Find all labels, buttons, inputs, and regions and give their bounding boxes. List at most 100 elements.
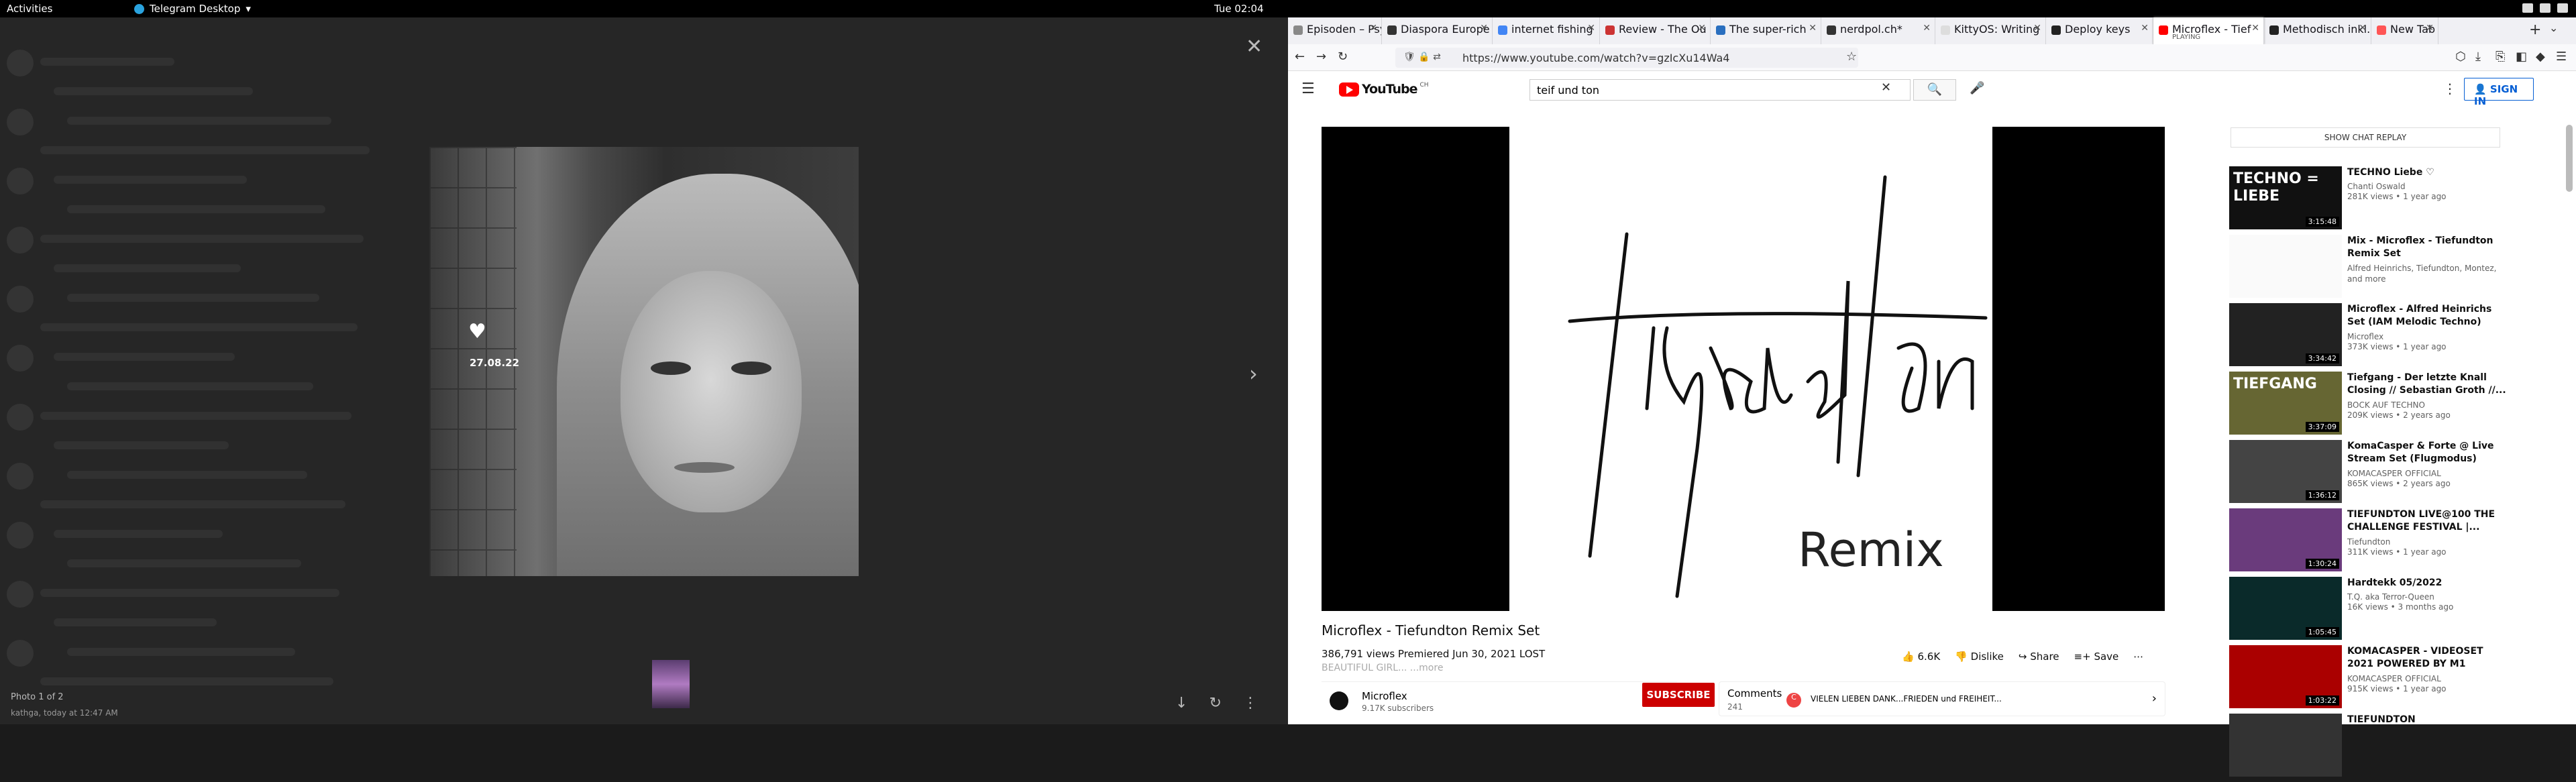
settings-dots-icon[interactable]: ⋮	[2443, 80, 2457, 97]
video-title[interactable]: TIEFUNDTON	[2347, 714, 2508, 726]
recommended-video[interactable]: TIEFUNDTON	[2229, 714, 2511, 782]
close-tab-icon[interactable]: ✕	[1480, 23, 1488, 34]
browser-tab[interactable]: New Tab ✕	[2371, 17, 2438, 44]
share-button[interactable]: ↪ Share	[2019, 651, 2059, 663]
browser-tab[interactable]: internet fishing ✕	[1493, 17, 1600, 44]
recommended-video[interactable]: TECHNO = LIEBE 3:15:48 TECHNO Liebe ♡ Chant…	[2229, 166, 2511, 235]
recommended-video[interactable]: 3:34:42 Microflex - Alfred Heinrichs Set …	[2229, 303, 2511, 372]
hamburger-menu-icon[interactable]: ☰	[1301, 80, 1315, 97]
comments-teaser[interactable]: Comments 241 C VIELEN LIEBEN DANK...FRIE…	[1719, 681, 2165, 716]
media-thumbnail[interactable]	[652, 660, 690, 708]
video-title[interactable]: KomaCasper & Forte @ Live Stream Set (Fl…	[2347, 440, 2508, 465]
pocket-icon[interactable]: ⬡	[2455, 50, 2466, 64]
video-title[interactable]: KOMACASPER - VIDEOSET 2021 POWERED BY M1…	[2347, 645, 2508, 672]
close-tab-icon[interactable]: ✕	[2141, 23, 2149, 34]
downloads-icon[interactable]: ⤓	[2475, 50, 2481, 64]
clear-search-icon[interactable]: ✕	[1881, 80, 1891, 95]
close-tab-icon[interactable]: ✕	[1698, 23, 1706, 34]
chat-ghost-avatar	[7, 522, 34, 549]
browser-tab[interactable]: Deploy keys ✕	[2046, 17, 2153, 44]
close-tab-icon[interactable]: ✕	[1587, 23, 1595, 34]
browser-tab[interactable]: nerdpol.ch* ✕	[1821, 17, 1935, 44]
search-input[interactable]: teif und ton	[1529, 79, 1911, 101]
more-actions-icon[interactable]: ⋯	[2133, 651, 2143, 663]
video-title[interactable]: Mix - Microflex - Tiefundton Remix Set	[2347, 235, 2508, 260]
lock-icon[interactable]: 🛡 🔒 ⇄	[1403, 52, 1441, 62]
video-description-more[interactable]: BEAUTIFUL GIRL... ...more	[1322, 663, 1443, 673]
video-thumbnail[interactable]	[2229, 235, 2342, 298]
bookmark-star-icon[interactable]: ☆	[1846, 50, 1857, 64]
video-duration: 1:05:45	[2305, 627, 2339, 637]
video-thumbnail[interactable]	[2229, 714, 2342, 777]
video-title[interactable]: Hardtekk 05/2022	[2347, 577, 2508, 590]
browser-tab[interactable]: Diaspora Europe ✕	[1382, 17, 1493, 44]
viewer-toolbar: ↓ ↻ ⋮	[1175, 695, 1258, 712]
reload-icon[interactable]: ↻	[1338, 50, 1348, 64]
browser-tab[interactable]: Microflex - Tief PLAYING ✕	[2153, 17, 2264, 44]
recommended-video[interactable]: 1:30:24 TIEFUNDTON LIVE@100 THE CHALLENGE…	[2229, 508, 2511, 577]
close-tab-icon[interactable]: ✕	[1923, 23, 1931, 34]
browser-tab[interactable]: The super-rich ✕	[1711, 17, 1821, 44]
close-tab-icon[interactable]: ✕	[1369, 23, 1377, 34]
system-tray[interactable]	[2522, 3, 2568, 13]
forward-icon[interactable]: →	[1316, 50, 1326, 64]
recommended-video[interactable]: 1:03:22 KOMACASPER - VIDEOSET 2021 POWERE…	[2229, 645, 2511, 714]
dislike-button[interactable]: 👎 Dislike	[1955, 651, 2004, 663]
browser-tab[interactable]: Methodisch inkl. ✕	[2264, 17, 2371, 44]
browser-tab[interactable]: KittyOS: Writing ✕	[1935, 17, 2046, 44]
close-tab-icon[interactable]: ✕	[2359, 23, 2367, 34]
library-icon[interactable]: ⎘	[2496, 50, 2505, 64]
video-thumbnail[interactable]: 1:05:45	[2229, 577, 2342, 640]
recommended-video[interactable]: 1:05:45 Hardtekk 05/2022 T.Q. aka Terror-Q…	[2229, 577, 2511, 645]
video-thumbnail[interactable]: 1:03:22	[2229, 645, 2342, 708]
video-title[interactable]: TIEFUNDTON LIVE@100 THE CHALLENGE FESTIV…	[2347, 508, 2508, 534]
video-title: Microflex - Tiefundton Remix Set	[1322, 622, 1540, 638]
activities-button[interactable]: Activities	[7, 3, 52, 15]
youtube-logo[interactable]: YouTube CH	[1339, 82, 1429, 97]
show-chat-replay-button[interactable]: SHOW CHAT REPLAY	[2231, 127, 2500, 148]
more-icon[interactable]: ⋮	[1243, 695, 1258, 712]
photo-face	[621, 271, 802, 512]
photo-sender[interactable]: kathga, today at 12:47 AM	[11, 708, 118, 718]
new-tab-icon[interactable]: +	[2529, 21, 2541, 38]
channel-avatar[interactable]	[1330, 691, 1348, 710]
video-thumbnail[interactable]: TECHNO = LIEBE 3:15:48	[2229, 166, 2342, 229]
extension-icon[interactable]: ◆	[2536, 50, 2545, 64]
video-player[interactable]: Remix	[1322, 127, 2165, 611]
extension-icon[interactable]: ◧	[2516, 50, 2527, 64]
menu-icon[interactable]: ☰	[2556, 50, 2567, 64]
scrollbar[interactable]	[2566, 125, 2573, 192]
recommended-video[interactable]: 1:36:12 KomaCasper & Forte @ Live Stream …	[2229, 440, 2511, 508]
url-bar[interactable]: 🛡 🔒 ⇄ https://www.youtube.com/watch?v=gz…	[1395, 48, 1858, 68]
subscribe-button[interactable]: SUBSCRIBE	[1642, 683, 1715, 707]
video-title[interactable]: Microflex - Alfred Heinrichs Set (IAM Me…	[2347, 303, 2508, 329]
microphone-icon[interactable]: 🎤	[1970, 81, 1984, 95]
video-thumbnail[interactable]: 1:30:24	[2229, 508, 2342, 571]
forward-icon[interactable]: ↻	[1209, 695, 1221, 712]
like-button[interactable]: 👍 6.6K	[1902, 651, 1940, 663]
search-button[interactable]: 🔍	[1913, 79, 1956, 101]
video-thumbnail[interactable]: TIEFGANG 3:37:09	[2229, 372, 2342, 435]
close-tab-icon[interactable]: ✕	[2033, 23, 2041, 34]
app-menu[interactable]: Telegram Desktop ▾	[134, 3, 251, 15]
recommended-video[interactable]: Mix - Microflex - Tiefundton Remix Set Al…	[2229, 235, 2511, 303]
sign-in-button[interactable]: 👤 SIGN IN	[2464, 78, 2534, 107]
back-icon[interactable]: ←	[1295, 50, 1305, 64]
close-icon[interactable]: ✕	[1246, 35, 1263, 58]
close-tab-icon[interactable]: ✕	[1809, 23, 1817, 34]
recommended-video[interactable]: TIEFGANG 3:37:09 Tiefgang - Der letzte Kna…	[2229, 372, 2511, 440]
video-thumbnail[interactable]: 3:34:42	[2229, 303, 2342, 366]
browser-tab[interactable]: Review - The Ou ✕	[1600, 17, 1711, 44]
channel-name[interactable]: Microflex	[1362, 690, 1407, 702]
clock[interactable]: Tue 02:04	[1214, 3, 1264, 15]
video-title[interactable]: TECHNO Liebe ♡	[2347, 166, 2508, 179]
video-thumbnail[interactable]: 1:36:12	[2229, 440, 2342, 503]
browser-tab[interactable]: Episoden – Psyc✕	[1288, 17, 1382, 44]
list-tabs-icon[interactable]: ⌄	[2549, 21, 2558, 34]
next-arrow-icon[interactable]: ›	[1249, 361, 1258, 386]
save-button[interactable]: ≡+ Save	[2074, 651, 2119, 663]
download-icon[interactable]: ↓	[1175, 695, 1187, 712]
close-tab-icon[interactable]: ✕	[2251, 23, 2259, 34]
close-tab-icon[interactable]: ✕	[2426, 23, 2434, 34]
video-title[interactable]: Tiefgang - Der letzte Knall Closing // S…	[2347, 372, 2508, 397]
